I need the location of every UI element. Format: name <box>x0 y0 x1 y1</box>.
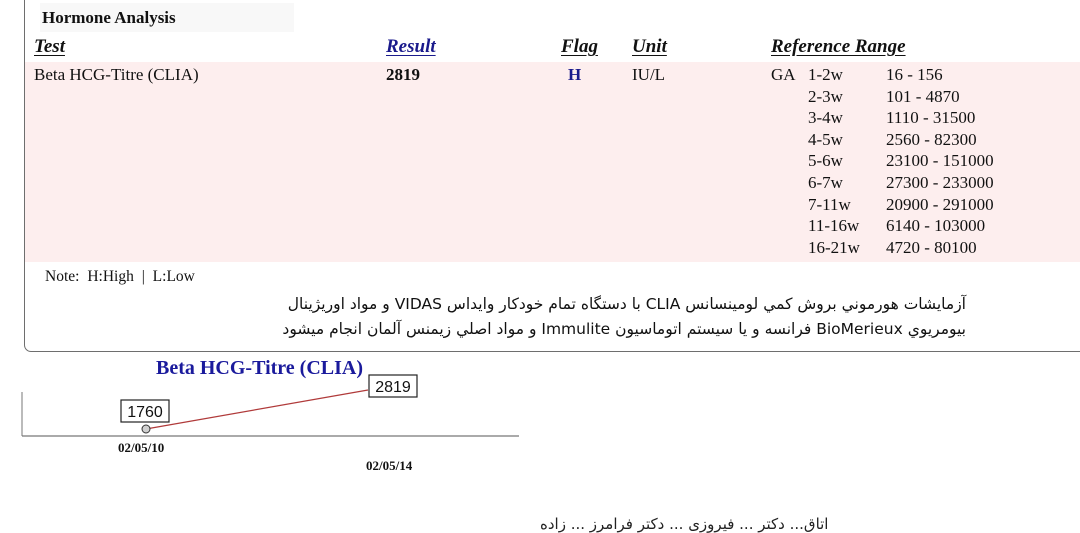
trend-chart: Beta HCG-Titre (CLIA) 1760 2819 02/05/10 0… <box>0 352 540 492</box>
series-line <box>145 389 369 430</box>
x-tick-label: 02/05/14 <box>366 458 413 473</box>
range-value: 23100 - 151000 <box>886 151 994 171</box>
header-unit: Unit <box>632 36 667 57</box>
header-reference-range: Reference Range <box>771 36 906 57</box>
reference-range-row: 7-11w 20900 - 291000 <box>808 194 994 216</box>
header-test: Test <box>34 36 65 57</box>
range-value: 6140 - 103000 <box>886 216 986 236</box>
header-result: Result <box>386 36 436 57</box>
reference-range-row: 6-7w 27300 - 233000 <box>808 172 994 194</box>
gestational-age: 5-6w <box>808 151 843 171</box>
reference-range-row: 4-5w 2560 - 82300 <box>808 129 994 151</box>
note-low: L:Low <box>152 268 195 285</box>
unit-value: IU/L <box>632 65 666 84</box>
note-high: H:High <box>87 268 134 285</box>
chart-plot: 1760 2819 <box>21 374 519 437</box>
x-tick-label: 02/05/10 <box>118 440 165 455</box>
reference-range-row: 3-4w 1110 - 31500 <box>808 107 994 129</box>
data-label: 2819 <box>375 379 411 396</box>
reference-range-row: 5-6w 23100 - 151000 <box>808 150 994 172</box>
gestational-age: 1-2w <box>808 65 843 84</box>
signature-text: اتاق... دکتر ... فیروزی ... دکتر فرامرز … <box>540 515 829 533</box>
gestational-age: 4-5w <box>808 129 843 149</box>
test-name: Beta HCG-Titre (CLIA) <box>34 65 199 84</box>
reference-range-row: 1-2w 16 - 156 <box>808 64 994 86</box>
gestational-age: 3-4w <box>808 108 843 128</box>
gestational-age: 2-3w <box>808 86 843 106</box>
reference-range-row: 16-21w 4720 - 80100 <box>808 237 994 259</box>
gestational-age: 6-7w <box>808 172 843 192</box>
reference-range-list: 1-2w 16 - 156 2-3w 101 - 4870 3-4w 1110 - 315… <box>808 64 994 258</box>
gestational-age: 11-16w <box>808 216 860 236</box>
range-value: 20900 - 291000 <box>886 194 994 214</box>
reference-range-row: 2-3w 101 - 4870 <box>808 86 994 108</box>
header-flag: Flag <box>561 36 598 57</box>
flag-badge: H <box>568 65 582 84</box>
gestational-age: 7-11w <box>808 194 851 214</box>
method-line-2: بیومریوي BioMerieux فرانسه و یا سيستم ات… <box>282 320 966 338</box>
range-value: 27300 - 233000 <box>886 172 994 192</box>
ga-label: GA <box>771 65 796 84</box>
method-description: آزمایشات هورموني بروش کمي لومينسانس CLIA… <box>282 292 966 342</box>
gestational-age: 16-21w <box>808 237 860 257</box>
note-separator: | <box>141 268 145 285</box>
range-value: 1110 - 31500 <box>886 108 976 128</box>
section-title: Hormone Analysis <box>40 3 294 32</box>
data-label: 1760 <box>127 404 163 421</box>
method-line-1: آزمایشات هورموني بروش کمي لومينسانس CLIA… <box>287 295 966 313</box>
note-label: Note: <box>45 268 80 285</box>
range-value: 2560 - 82300 <box>886 129 977 149</box>
range-value: 16 - 156 <box>886 65 943 84</box>
range-value: 101 - 4870 <box>886 86 960 106</box>
result-value: 2819 <box>386 65 420 84</box>
data-point <box>141 424 151 434</box>
range-value: 4720 - 80100 <box>886 237 977 257</box>
flag-legend-note: Note: H:High | L:Low <box>45 267 199 287</box>
reference-range-row: 11-16w 6140 - 103000 <box>808 215 994 237</box>
